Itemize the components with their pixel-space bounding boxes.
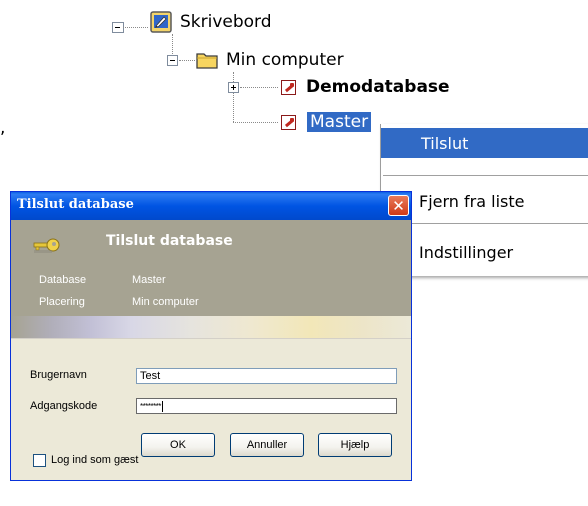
cancel-button-label: Annuller	[246, 439, 288, 451]
database-icon	[281, 80, 296, 95]
location-label: Placering	[39, 296, 85, 308]
tree-label-master: Master	[307, 112, 372, 132]
password-value: ********	[140, 402, 161, 411]
menu-item-remove-from-list[interactable]: Fjern fra liste	[381, 186, 588, 216]
database-icon	[281, 115, 296, 130]
cancel-button[interactable]: Annuller	[230, 433, 304, 457]
username-label: Brugernavn	[30, 369, 87, 381]
close-button[interactable]: ✕	[388, 195, 409, 216]
guest-login-checkbox[interactable]	[33, 454, 46, 467]
menu-item-connect[interactable]: Tilslut	[381, 128, 588, 158]
ok-button-label: OK	[170, 439, 186, 451]
username-value: Test	[140, 370, 161, 382]
username-input[interactable]: Test	[136, 368, 397, 384]
decorative-gradient-strip	[11, 316, 411, 338]
menu-separator	[383, 223, 588, 224]
tree-item-desktop[interactable]: Skrivebord	[150, 11, 272, 33]
password-input[interactable]: ********	[136, 398, 397, 414]
password-label: Adgangskode	[30, 400, 98, 412]
database-label: Database	[39, 274, 87, 286]
location-value: Min computer	[132, 296, 199, 308]
desktop-icon	[150, 11, 172, 33]
close-icon: ✕	[392, 196, 405, 215]
expand-icon[interactable]	[228, 82, 239, 93]
text-fragment: ,	[0, 118, 6, 138]
database-value: Master	[132, 274, 166, 286]
tree-item-demodatabase[interactable]: Demodatabase	[306, 76, 450, 98]
guest-login-label: Log ind som gæst	[51, 454, 139, 466]
help-button-label: Hjælp	[340, 439, 370, 451]
dialog-header-panel: Tilslut database Database Master Placeri…	[11, 220, 411, 316]
folder-icon	[196, 53, 218, 69]
ok-button[interactable]: OK	[141, 433, 215, 457]
dialog-titlebar[interactable]: Tilslut database ✕	[11, 192, 411, 220]
menu-separator	[383, 175, 588, 176]
dialog-title: Tilslut database	[17, 197, 134, 212]
connect-database-dialog: Tilslut database ✕ Tilslut database Data…	[10, 191, 412, 481]
header-title: Tilslut database	[106, 233, 233, 249]
tree-item-master[interactable]: Master	[307, 111, 372, 133]
tree-label-demodatabase: Demodatabase	[306, 77, 450, 97]
text-caret	[161, 400, 163, 412]
collapse-icon[interactable]	[167, 55, 178, 66]
key-icon	[33, 238, 60, 253]
tree-item-my-computer[interactable]: Min computer	[196, 49, 344, 71]
help-button[interactable]: Hjælp	[318, 433, 392, 457]
menu-item-settings[interactable]: Indstillinger	[381, 237, 588, 267]
tree-label-my-computer: Min computer	[226, 50, 344, 70]
divider	[11, 338, 411, 339]
tree-label-desktop: Skrivebord	[180, 12, 272, 32]
menu-item-label: Tilslut	[421, 133, 469, 153]
